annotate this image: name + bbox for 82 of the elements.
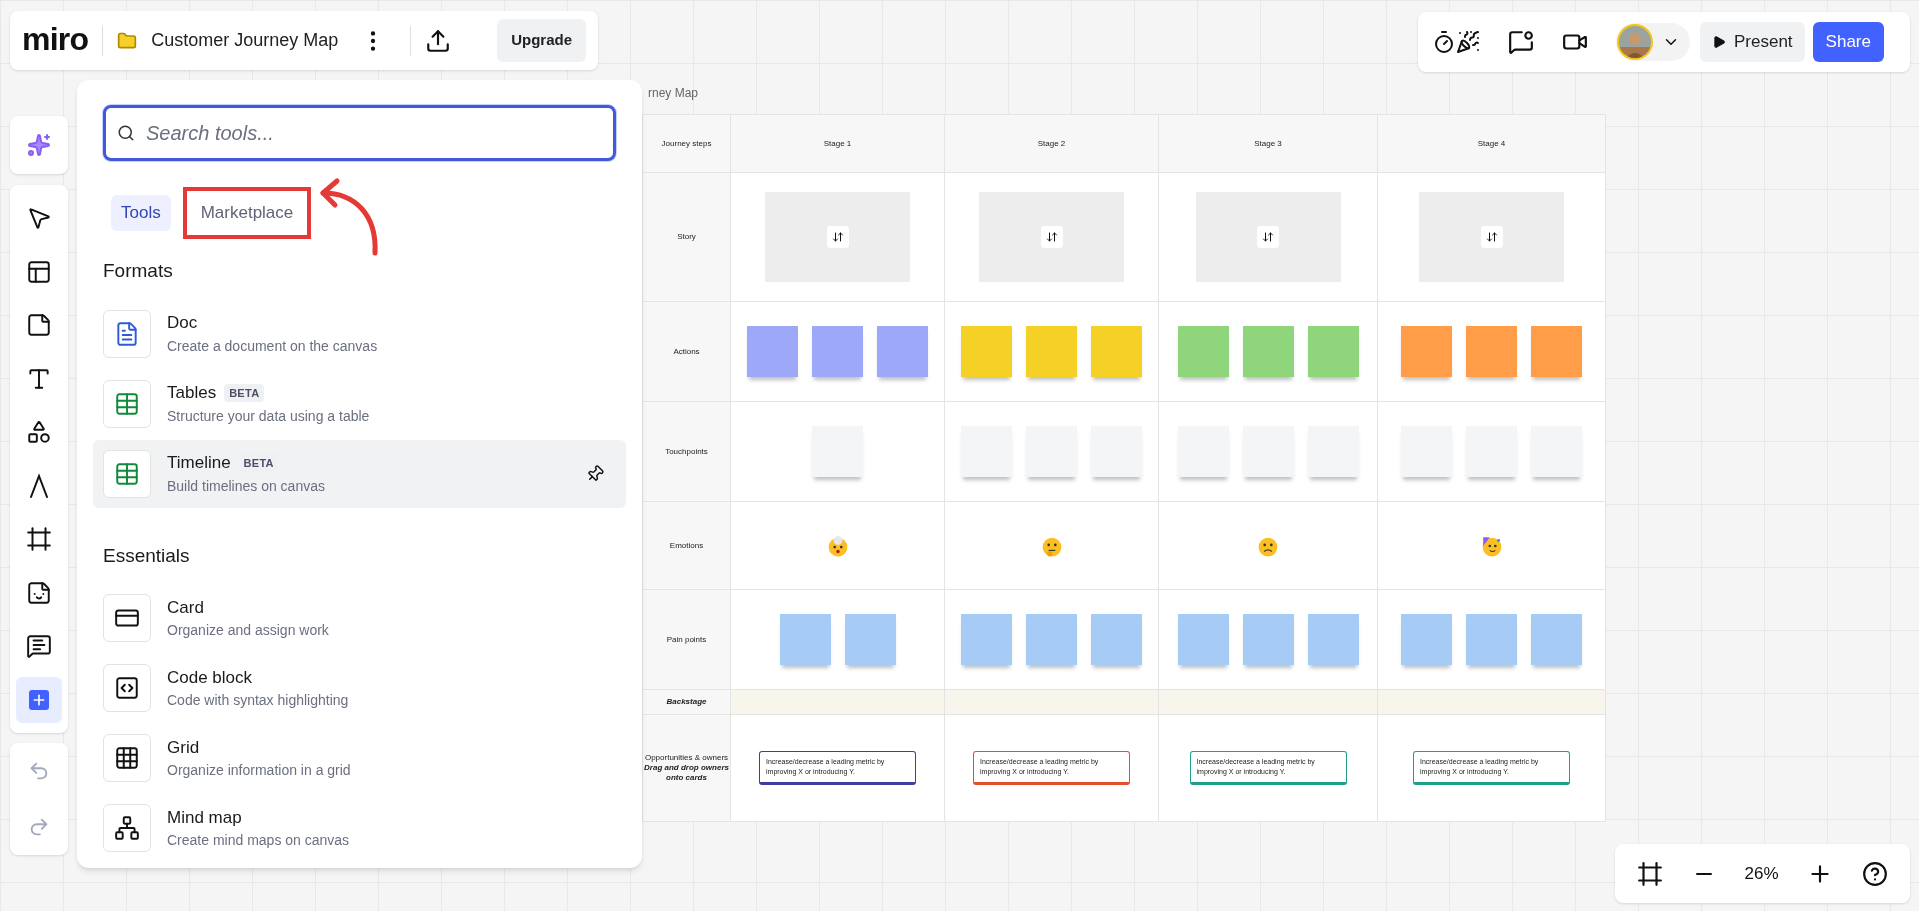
- row-label: Backstage: [666, 697, 707, 707]
- search-field[interactable]: Search tools...: [103, 105, 616, 161]
- tool-list-item[interactable]: Grid Organize information in a grid: [93, 724, 626, 792]
- face-emoji-icon: [826, 534, 849, 557]
- document-icon: [103, 309, 151, 358]
- column-header: Journey steps: [661, 137, 712, 150]
- table-icon: [103, 379, 151, 428]
- row-label: Story: [677, 232, 696, 242]
- beta-badge: BETA: [224, 383, 265, 403]
- folder-icon: [117, 30, 138, 51]
- tool-list-item[interactable]: Tables BETA Structure your data using a table: [93, 369, 626, 438]
- item-description: Create a document on the canvas: [167, 336, 379, 356]
- item-description: Organize and assign work: [167, 621, 330, 641]
- pen-icon: [27, 472, 51, 499]
- upload-icon[interactable]: [425, 27, 452, 54]
- column-header: Stage 3: [1254, 137, 1282, 150]
- row-label: Opportunities & owners: [644, 753, 729, 763]
- section-heading: Formats: [103, 259, 174, 283]
- face-emoji-icon: [1480, 534, 1503, 557]
- zoom-level: 26%: [1744, 862, 1779, 885]
- fit-frame-icon[interactable]: [1637, 860, 1664, 887]
- swap-icon: [1480, 226, 1503, 248]
- row-hint: Drag and drop owners onto cards: [643, 763, 730, 783]
- item-title: Card: [167, 596, 204, 619]
- item-description: Organize information in a grid: [167, 761, 352, 781]
- board-title[interactable]: Customer Journey Map: [151, 27, 339, 54]
- search-icon: [117, 124, 135, 142]
- table-icon: [103, 449, 151, 498]
- tool-list-item[interactable]: Doc Create a document on the canvas: [93, 299, 626, 368]
- cursor-icon: [26, 205, 52, 231]
- present-button[interactable]: Present: [1700, 22, 1805, 62]
- tool-list-item[interactable]: Mind map Create mind maps on canvas: [93, 794, 626, 862]
- logo: miro: [22, 22, 89, 59]
- board-title: rney Map: [648, 85, 699, 102]
- add-tool-button[interactable]: [16, 676, 62, 723]
- item-title: Tables: [167, 382, 217, 405]
- sparkles-icon: [27, 133, 51, 157]
- item-title: Grid: [167, 736, 200, 759]
- layout-icon: [26, 258, 52, 285]
- item-description: Build timelines on canvas: [167, 476, 326, 496]
- sticker-icon: [26, 579, 52, 606]
- timer-party-icon[interactable]: [1432, 30, 1480, 54]
- panel-tab[interactable]: Tools: [111, 195, 171, 231]
- undo-icon: [28, 760, 50, 782]
- mind-map-icon: [103, 804, 151, 852]
- swap-icon: [1257, 226, 1279, 248]
- frame-icon: [26, 526, 52, 553]
- code-icon: [103, 664, 151, 712]
- sticky-note-icon: [26, 312, 52, 339]
- tool-list-item[interactable]: Card Organize and assign work: [93, 584, 626, 652]
- swap-icon: [826, 226, 849, 248]
- item-title: Doc: [167, 312, 198, 335]
- item-title: Code block: [167, 666, 253, 689]
- avatar-menu[interactable]: [1616, 23, 1690, 61]
- tool-list-item[interactable]: Code block Code with syntax highlighting: [93, 654, 626, 722]
- item-description: Structure your data using a table: [167, 406, 371, 426]
- redo-icon: [28, 816, 50, 838]
- row-label: Actions: [673, 346, 700, 357]
- item-description: Create mind maps on canvas: [167, 831, 351, 851]
- plus-icon: [29, 689, 49, 710]
- play-icon: [1712, 35, 1726, 49]
- card-icon: [103, 594, 151, 642]
- item-title: Mind map: [167, 806, 242, 829]
- grid-icon: [103, 734, 151, 782]
- item-description: Code with syntax highlighting: [167, 691, 350, 711]
- column-header: Stage 4: [1477, 137, 1506, 150]
- panel-tab[interactable]: Marketplace: [182, 187, 312, 239]
- section-heading: Essentials: [103, 543, 191, 568]
- swap-icon: [1040, 226, 1063, 248]
- upgrade-button[interactable]: Upgrade: [497, 19, 586, 62]
- comment-icon: [26, 633, 52, 660]
- tool-list-item[interactable]: Timeline BETA Build timelines on canvas: [93, 439, 626, 508]
- row-label: Touchpoints: [665, 446, 708, 457]
- row-label: Emotions: [669, 540, 704, 551]
- item-title: Timeline: [167, 452, 231, 475]
- shapes-icon: [26, 419, 52, 446]
- column-header: Stage 1: [823, 137, 852, 150]
- activity-message-icon[interactable]: [1508, 29, 1534, 55]
- help-icon[interactable]: [1861, 860, 1888, 887]
- column-header: Stage 2: [1037, 137, 1066, 150]
- share-button[interactable]: Share: [1812, 22, 1884, 62]
- row-label: Pain points: [666, 634, 707, 645]
